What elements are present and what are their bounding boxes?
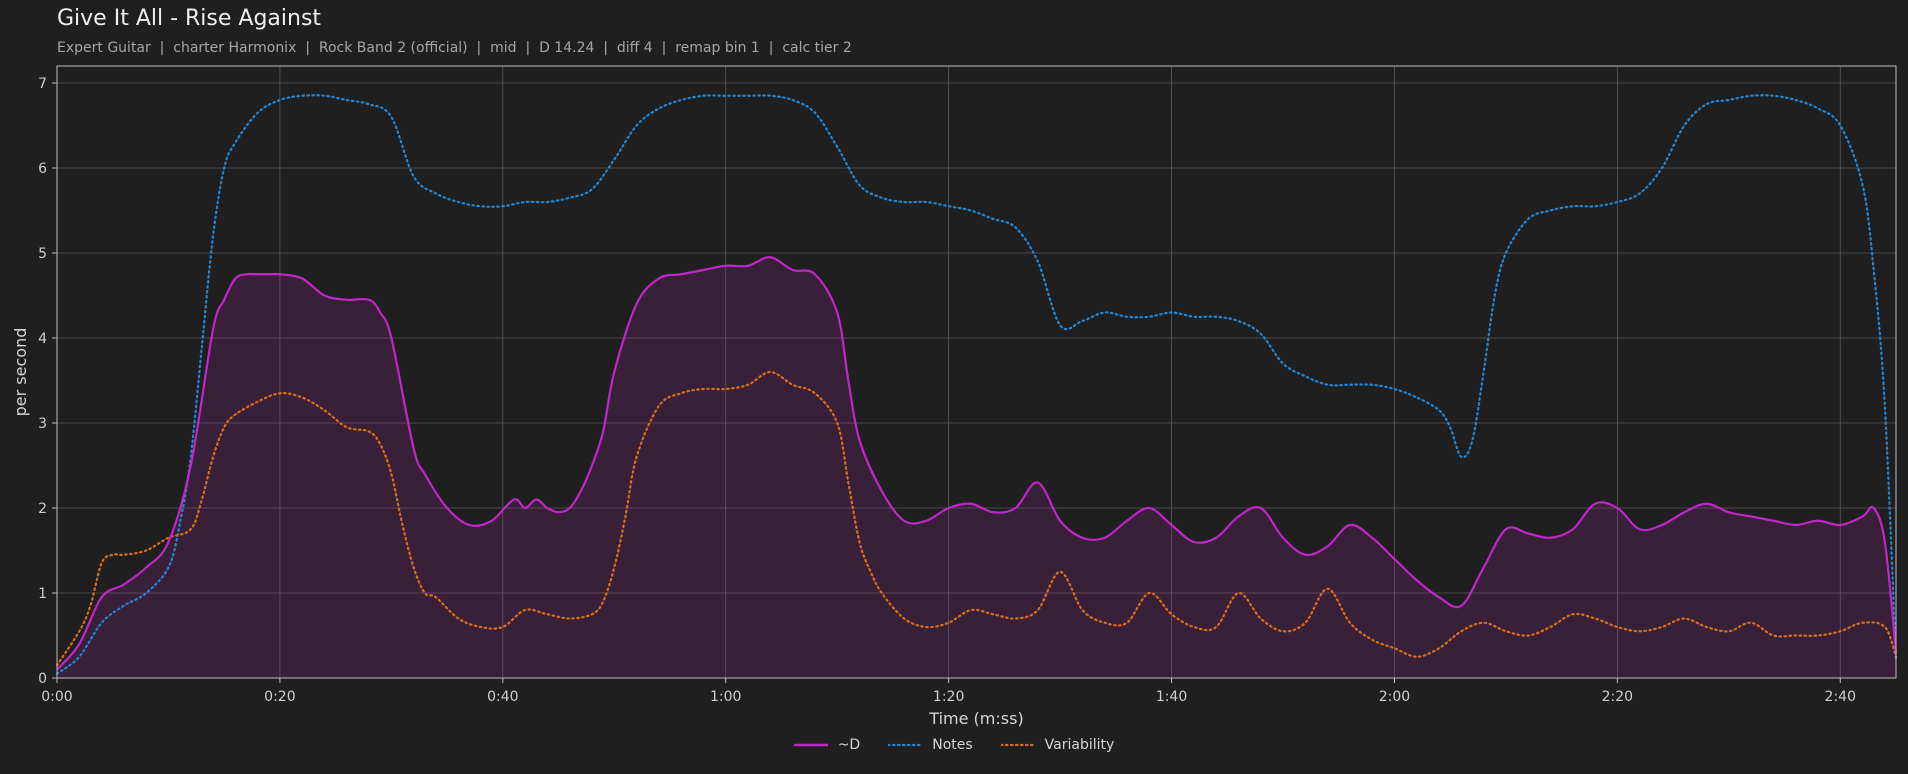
- x-tick-label: 1:40: [1156, 689, 1187, 705]
- x-tick-label: 1:00: [710, 689, 741, 705]
- y-tick-label: 2: [38, 501, 47, 517]
- legend-swatch-notes: [888, 743, 923, 747]
- legend-item-d: ~D: [793, 737, 861, 753]
- x-tick-label: 0:40: [487, 689, 518, 705]
- y-tick-label: 7: [38, 76, 47, 92]
- x-tick-label: 0:20: [264, 689, 295, 705]
- x-tick-label: 2:00: [1379, 689, 1410, 705]
- x-tick-label: 0:00: [41, 689, 72, 705]
- y-tick-label: 5: [38, 246, 47, 262]
- y-axis-label: per second: [11, 328, 30, 417]
- area-fill-layer: [57, 257, 1896, 678]
- legend-swatch-d: [793, 743, 828, 747]
- legend-label-d: ~D: [837, 737, 861, 753]
- y-tick-label: 6: [38, 161, 47, 177]
- series-area-fill: [57, 257, 1896, 678]
- legend-swatch-variability: [1000, 743, 1035, 747]
- y-axis-ticks: 0 1 2 3 4 5 6 7: [38, 76, 57, 687]
- x-tick-label: 2:20: [1602, 689, 1633, 705]
- legend-label-notes: Notes: [932, 737, 973, 753]
- legend-item-notes: Notes: [888, 737, 973, 753]
- legend: ~D Notes Variability: [0, 737, 1908, 753]
- x-tick-label: 2:40: [1825, 689, 1856, 705]
- y-tick-label: 1: [38, 586, 47, 602]
- legend-item-variability: Variability: [1000, 737, 1115, 753]
- x-axis-ticks: 0:00 0:20 0:40 1:00 1:20 1:40 2:00 2:20 2:40: [41, 678, 1856, 705]
- legend-label-variability: Variability: [1044, 737, 1115, 753]
- x-axis-label: Time (m:ss): [928, 709, 1023, 728]
- x-tick-label: 1:20: [933, 689, 964, 705]
- y-tick-label: 0: [38, 671, 47, 687]
- y-tick-label: 3: [38, 416, 47, 432]
- chart-svg: 0:00 0:20 0:40 1:00 1:20 1:40 2:00 2:20 2:40 0 1 2…: [11, 65, 1898, 728]
- y-tick-label: 4: [38, 331, 47, 347]
